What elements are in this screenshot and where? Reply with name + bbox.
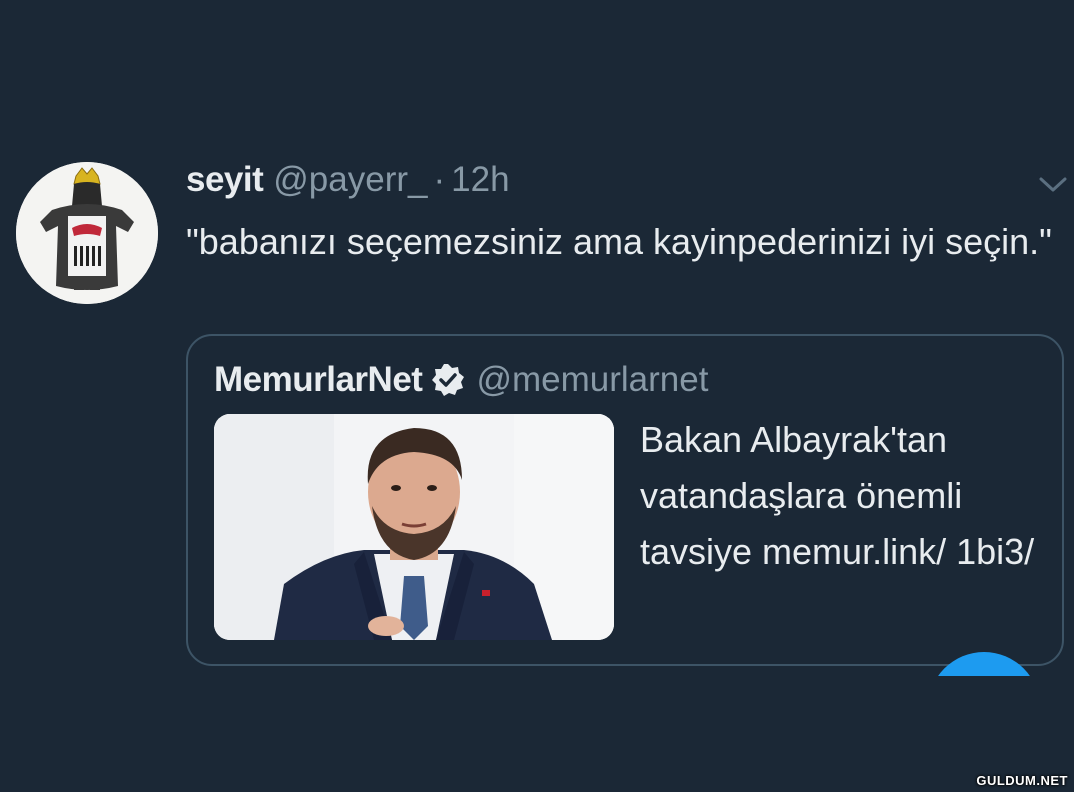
tweet-header: seyit @payerr_ · 12h: [186, 160, 510, 200]
background-band: [0, 676, 1074, 792]
timestamp[interactable]: 12h: [451, 160, 509, 200]
avatar[interactable]: [16, 162, 158, 304]
tweet-menu-button[interactable]: [1036, 172, 1070, 196]
tweet-text: "babanızı seçemezsiniz ama kayinpederini…: [186, 221, 1052, 262]
quoted-tweet-header: MemurlarNet @memurlarnet: [214, 360, 708, 400]
author-handle[interactable]: @payerr_: [273, 160, 427, 200]
quoted-tweet-text: Bakan Albayrak'tan vatandaşlara önemli t…: [640, 419, 1035, 572]
watermark: GULDUM.NET: [976, 773, 1068, 788]
quoted-tweet-photo[interactable]: [214, 414, 614, 640]
quoted-author-name: MemurlarNet: [214, 360, 423, 399]
verified-badge-icon: [430, 362, 466, 398]
separator-dot: ·: [433, 160, 446, 199]
chevron-down-icon: [1039, 177, 1067, 192]
quoted-author-handle: @memurlarnet: [476, 360, 709, 399]
quoted-tweet-card[interactable]: MemurlarNet @memurlarnet Bakan Albayrak'…: [186, 334, 1064, 666]
tweet-screen: seyit @payerr_ · 12h "babanızı seçemezsi…: [0, 0, 1074, 792]
author-name[interactable]: seyit: [186, 160, 264, 200]
avatar-image: [16, 162, 158, 304]
